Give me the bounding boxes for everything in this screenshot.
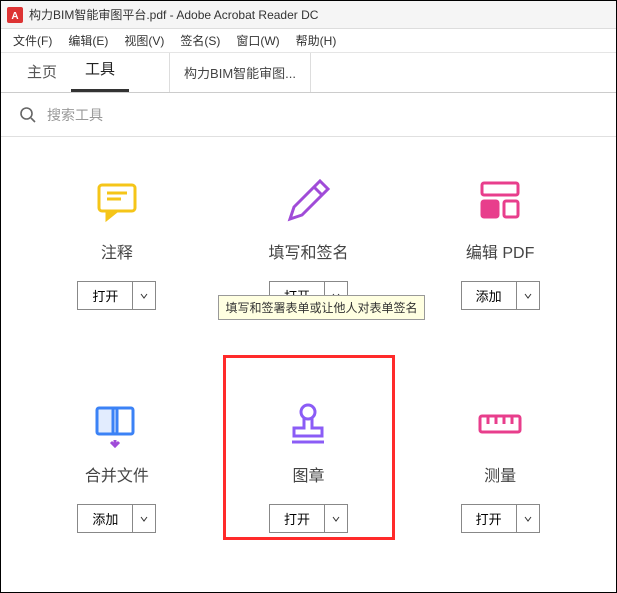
edit-pdf-icon: [476, 177, 524, 225]
dropdown-button[interactable]: [517, 282, 539, 309]
menu-help[interactable]: 帮助(H): [288, 30, 345, 51]
tool-button-group: 添加: [77, 504, 156, 533]
tool-label: 编辑 PDF: [466, 239, 534, 263]
svg-text:A: A: [11, 11, 18, 22]
search-icon: [19, 106, 37, 124]
open-button[interactable]: 打开: [78, 282, 133, 309]
tabbar: 主页 工具 构力BIM智能审图...: [1, 53, 616, 93]
tool-label: 合并文件: [85, 462, 149, 486]
tool-area: 注释 打开 填写和签名 打开 填写和签署表单或让他人对表单签名 编辑 PDF: [1, 137, 616, 553]
search-input[interactable]: [47, 107, 598, 123]
tab-tools[interactable]: 工具: [71, 48, 129, 92]
combine-icon: [93, 400, 141, 448]
open-button[interactable]: 打开: [270, 505, 325, 532]
pen-icon: [284, 177, 332, 225]
tab-document[interactable]: 构力BIM智能审图...: [169, 53, 311, 92]
tool-button-group: 打开: [461, 504, 540, 533]
tab-home[interactable]: 主页: [13, 51, 71, 92]
tool-stamp[interactable]: 图章 打开: [228, 400, 388, 533]
tooltip: 填写和签署表单或让他人对表单签名: [218, 295, 424, 320]
window-title: 构力BIM智能审图平台.pdf - Adobe Acrobat Reader D…: [29, 6, 318, 23]
stamp-icon: [284, 400, 332, 448]
menu-window[interactable]: 窗口(W): [228, 30, 287, 51]
add-button[interactable]: 添加: [78, 505, 133, 532]
add-button[interactable]: 添加: [462, 282, 517, 309]
tool-label: 注释: [101, 239, 133, 263]
dropdown-button[interactable]: [133, 505, 155, 532]
tool-fill-sign[interactable]: 填写和签名 打开 填写和签署表单或让他人对表单签名: [228, 177, 388, 310]
tool-comment[interactable]: 注释 打开: [37, 177, 197, 310]
tool-measure[interactable]: 测量 打开: [420, 400, 580, 533]
open-button[interactable]: 打开: [462, 505, 517, 532]
tool-label: 填写和签名: [268, 239, 348, 263]
titlebar: A 构力BIM智能审图平台.pdf - Adobe Acrobat Reader…: [1, 1, 616, 29]
tool-edit-pdf[interactable]: 编辑 PDF 添加: [420, 177, 580, 310]
tool-label: 图章: [292, 462, 324, 486]
tool-label: 测量: [484, 462, 516, 486]
searchbar: [1, 93, 616, 137]
tool-button-group: 打开: [269, 504, 348, 533]
tool-button-group: 打开: [77, 281, 156, 310]
tool-combine[interactable]: 合并文件 添加: [37, 400, 197, 533]
ruler-icon: [476, 400, 524, 448]
dropdown-button[interactable]: [325, 505, 347, 532]
dropdown-button[interactable]: [133, 282, 155, 309]
app-icon: A: [7, 7, 23, 23]
dropdown-button[interactable]: [517, 505, 539, 532]
tool-button-group: 添加: [461, 281, 540, 310]
comment-icon: [93, 177, 141, 225]
menu-file[interactable]: 文件(F): [5, 30, 60, 51]
menu-sign[interactable]: 签名(S): [172, 30, 228, 51]
